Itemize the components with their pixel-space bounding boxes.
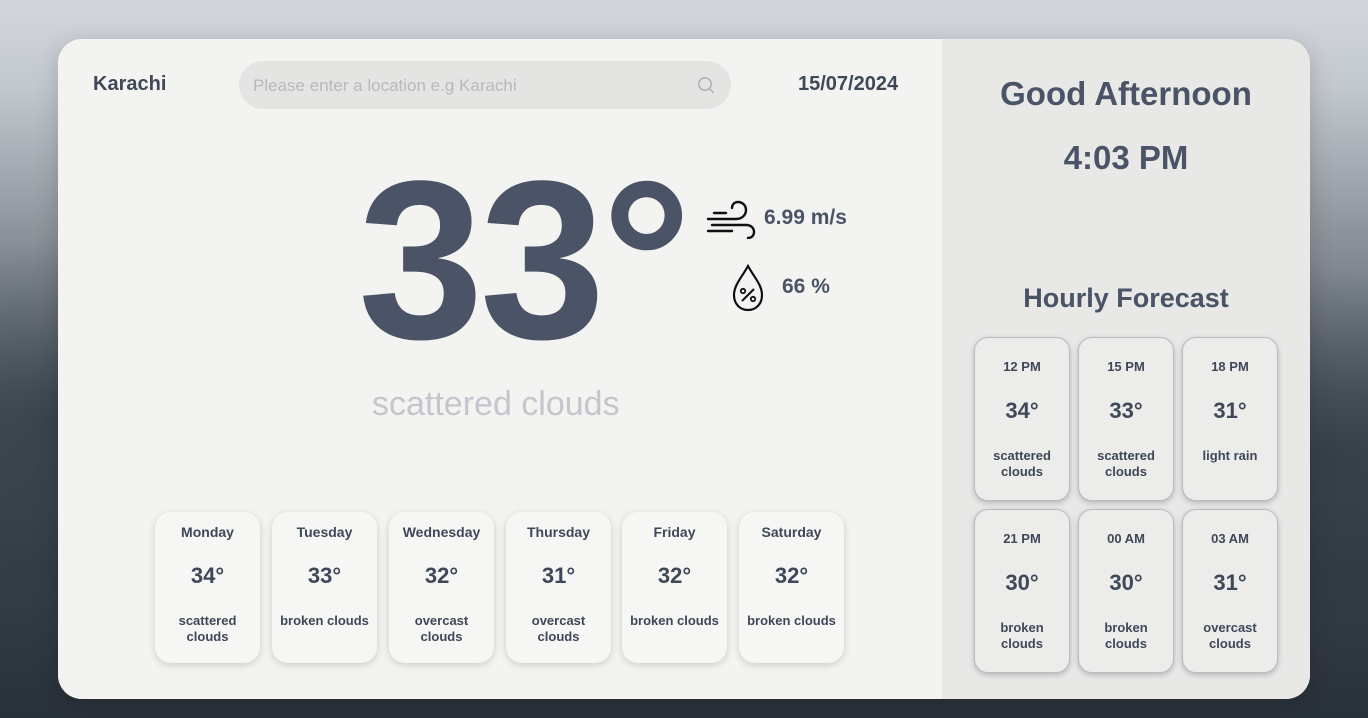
hourly-forecast-title: Hourly Forecast bbox=[1023, 283, 1229, 313]
daily-forecast-card: Monday 34° scattered clouds bbox=[155, 512, 260, 663]
hour-temperature: 31° bbox=[1213, 570, 1247, 595]
hour-description: scattered clouds bbox=[1097, 448, 1155, 479]
day-name: Thursday bbox=[526, 524, 590, 540]
hour-description: light rain bbox=[1202, 448, 1258, 463]
day-name: Friday bbox=[653, 524, 696, 540]
hour-temperature: 30° bbox=[1005, 570, 1039, 595]
current-time: 4:03 PM bbox=[1063, 139, 1189, 176]
current-date: 15/07/2024 bbox=[798, 73, 899, 95]
day-temperature: 32° bbox=[657, 563, 692, 588]
search-icon[interactable] bbox=[697, 76, 715, 94]
humidity-value: 66 % bbox=[782, 275, 830, 298]
search-bar[interactable] bbox=[239, 61, 731, 111]
day-name: Wednesday bbox=[402, 524, 481, 540]
hour-time: 15 PM bbox=[1107, 359, 1145, 374]
day-description: broken clouds bbox=[630, 613, 719, 628]
daily-forecast-card: Tuesday 33° broken clouds bbox=[272, 512, 377, 663]
day-name: Monday bbox=[181, 524, 234, 540]
day-temperature: 32° bbox=[774, 563, 809, 588]
day-temperature: 34° bbox=[190, 563, 225, 588]
hour-temperature: 31° bbox=[1213, 398, 1247, 423]
wind-icon bbox=[706, 200, 756, 239]
hourly-forecast-card: 03 AM 31° overcast clouds bbox=[1182, 509, 1278, 673]
side-panel: Good Afternoon 4:03 PM Hourly Forecast 1… bbox=[942, 39, 1310, 699]
weather-description: scattered clouds bbox=[372, 385, 620, 423]
hour-description: broken clouds bbox=[1000, 620, 1044, 651]
city-name: Karachi bbox=[93, 73, 167, 95]
daily-forecast-card: Saturday 32° broken clouds bbox=[739, 512, 844, 663]
daily-forecast-card: Friday 32° broken clouds bbox=[622, 512, 727, 663]
search-input[interactable] bbox=[251, 61, 685, 111]
day-description: scattered clouds bbox=[178, 613, 237, 644]
hour-time: 00 AM bbox=[1107, 531, 1145, 546]
day-temperature: 33° bbox=[307, 563, 342, 588]
day-name: Saturday bbox=[761, 524, 822, 540]
hourly-forecast-card: 00 AM 30° broken clouds bbox=[1078, 509, 1174, 673]
daily-forecast-card: Thursday 31° overcast clouds bbox=[506, 512, 611, 663]
current-temperature: 33° bbox=[358, 133, 692, 386]
weather-card: Karachi 15/07/2024 33° 6.99 m/s 66 % sca… bbox=[58, 39, 1310, 699]
day-description: overcast clouds bbox=[414, 613, 469, 644]
hour-time: 03 AM bbox=[1211, 531, 1249, 546]
hourly-forecast-card: 15 PM 33° scattered clouds bbox=[1078, 337, 1174, 501]
day-name: Tuesday bbox=[296, 524, 353, 540]
day-description: broken clouds bbox=[747, 613, 836, 628]
hourly-forecast-card: 21 PM 30° broken clouds bbox=[974, 509, 1070, 673]
hour-temperature: 30° bbox=[1109, 570, 1143, 595]
hourly-forecast-card: 18 PM 31° light rain bbox=[1182, 337, 1278, 501]
daily-forecast-card: Wednesday 32° overcast clouds bbox=[389, 512, 494, 663]
day-description: broken clouds bbox=[280, 613, 369, 628]
hour-time: 12 PM bbox=[1003, 359, 1041, 374]
hour-description: broken clouds bbox=[1104, 620, 1148, 651]
day-temperature: 31° bbox=[541, 563, 576, 588]
main-panel: Karachi 15/07/2024 33° 6.99 m/s 66 % sca… bbox=[58, 39, 942, 699]
hour-time: 21 PM bbox=[1003, 531, 1041, 546]
hour-time: 18 PM bbox=[1211, 359, 1249, 374]
greeting: Good Afternoon bbox=[1000, 75, 1252, 112]
hour-description: scattered clouds bbox=[993, 448, 1051, 479]
humidity-icon bbox=[732, 263, 764, 312]
hour-temperature: 33° bbox=[1109, 398, 1143, 423]
hour-description: overcast clouds bbox=[1203, 620, 1257, 651]
day-description: overcast clouds bbox=[531, 613, 586, 644]
day-temperature: 32° bbox=[424, 563, 459, 588]
hour-temperature: 34° bbox=[1005, 398, 1039, 423]
wind-speed: 6.99 m/s bbox=[764, 206, 847, 229]
hourly-forecast-card: 12 PM 34° scattered clouds bbox=[974, 337, 1070, 501]
